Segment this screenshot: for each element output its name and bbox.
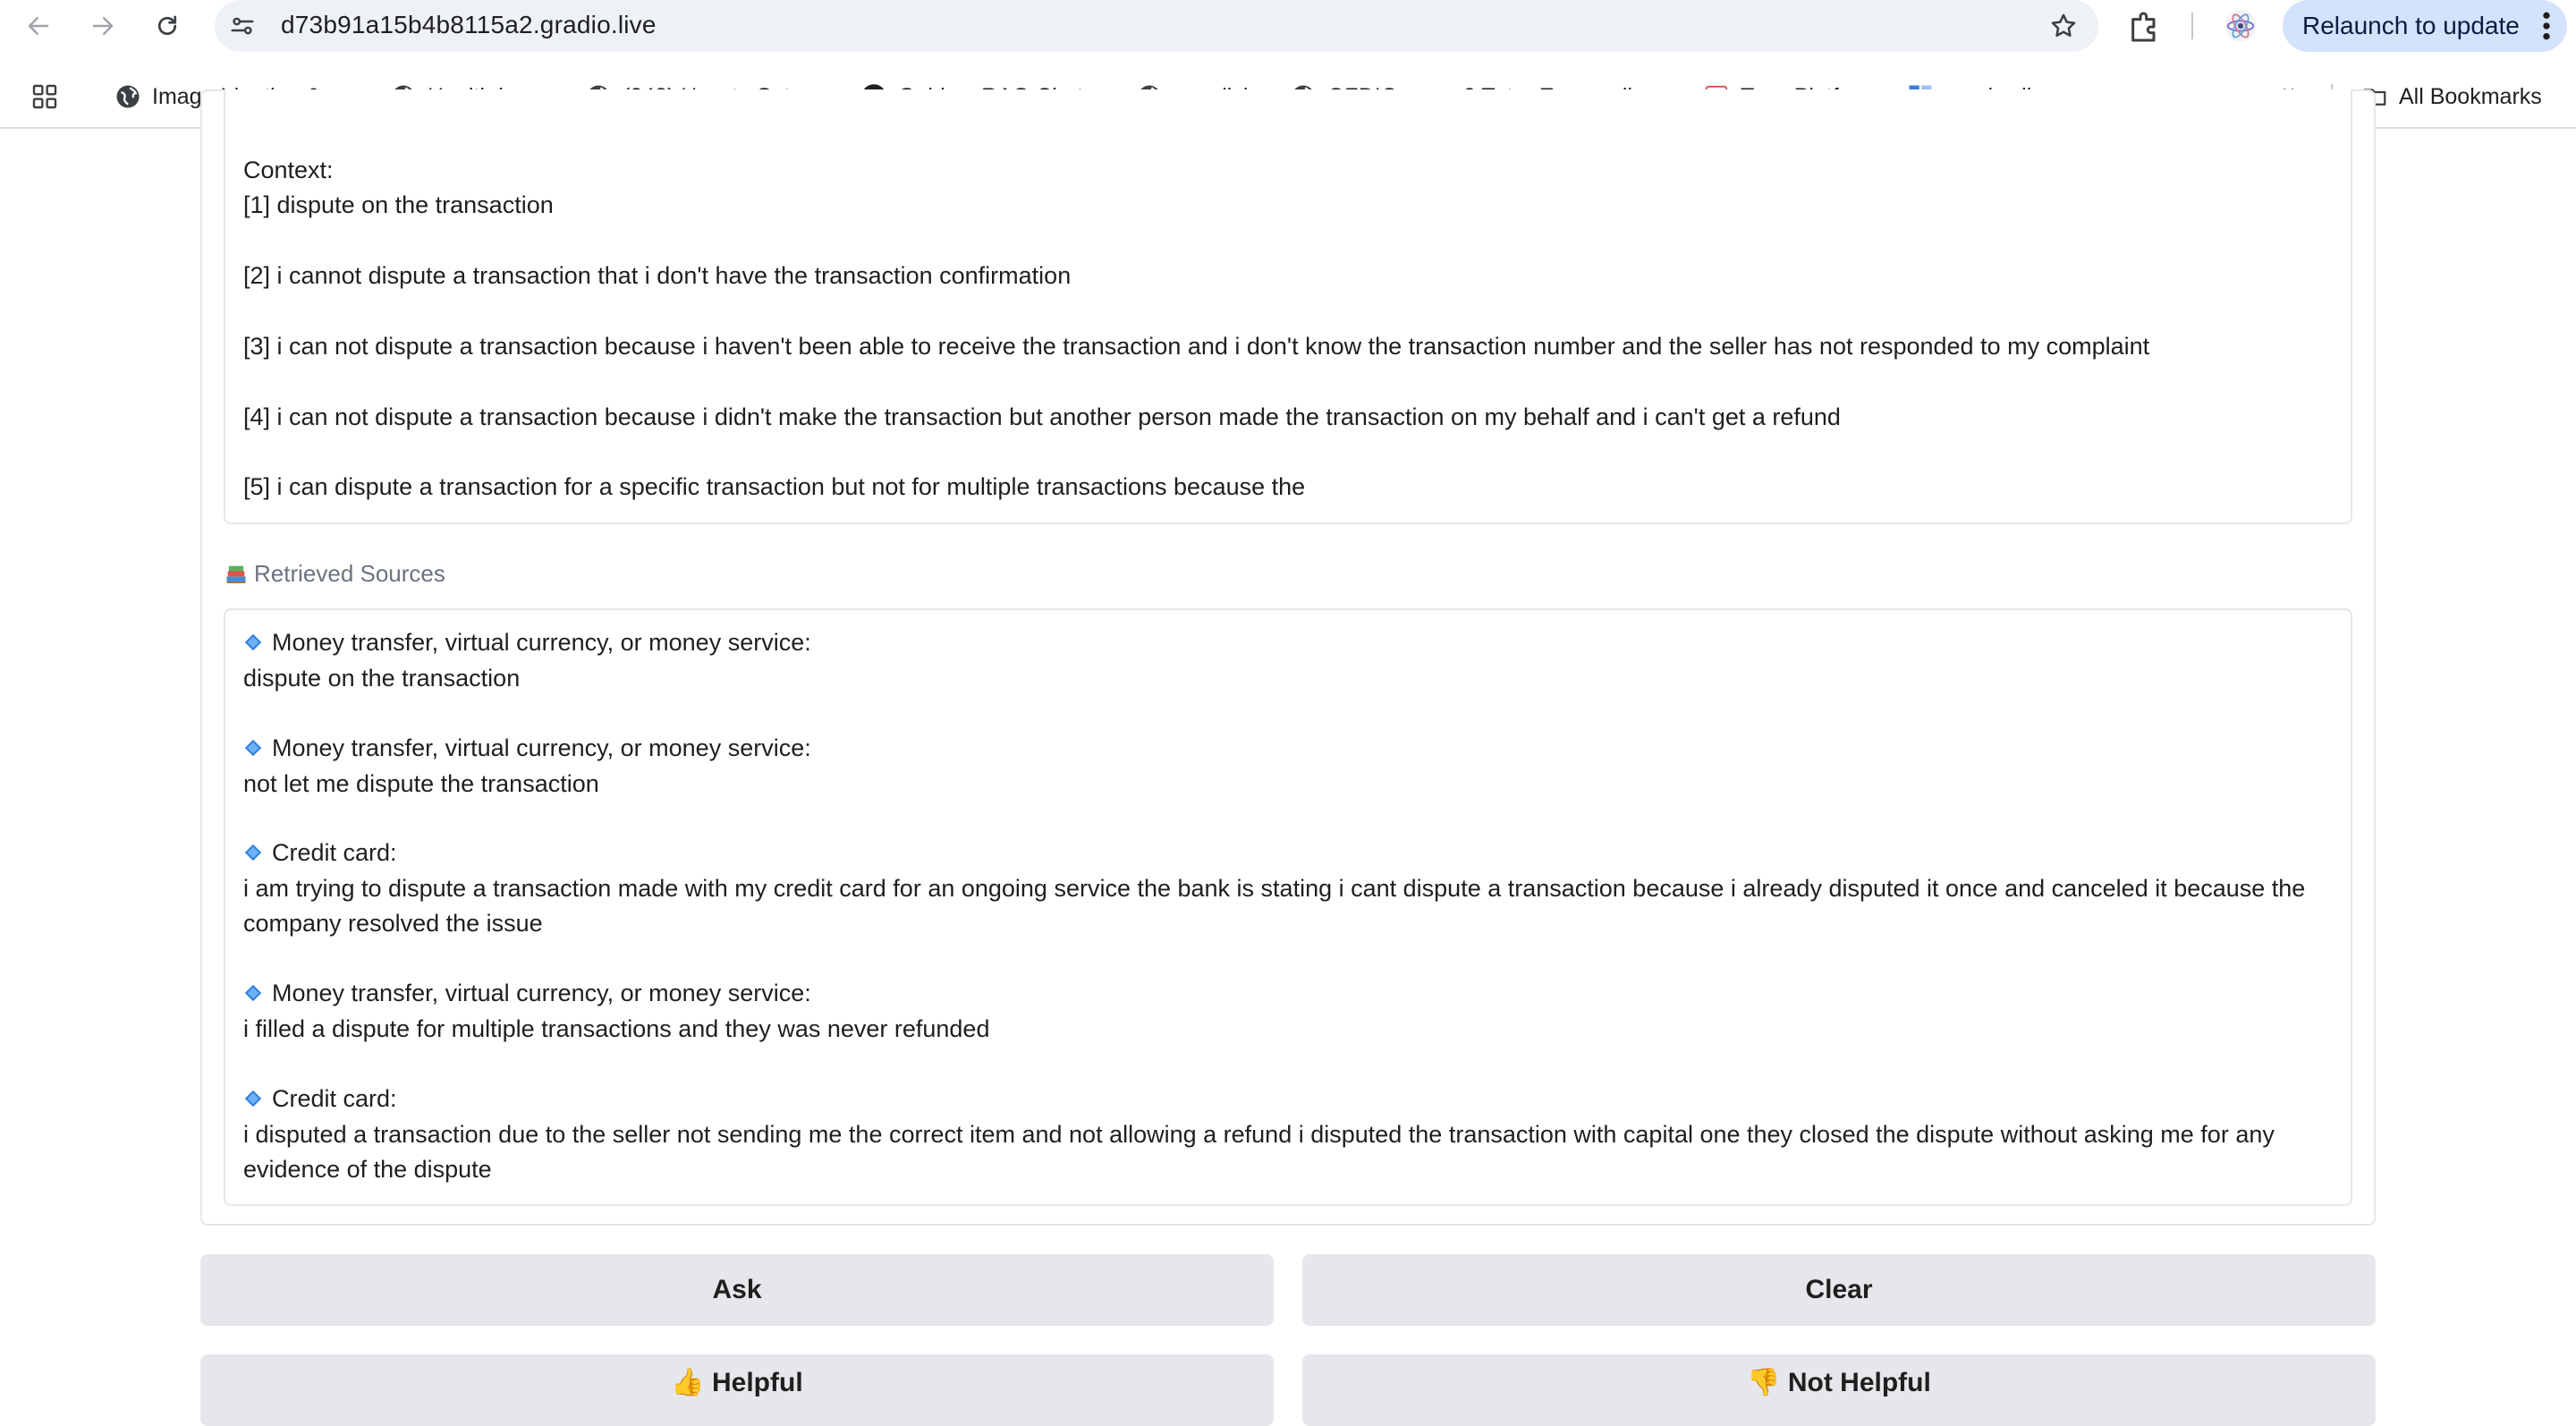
all-bookmarks-label: All Bookmarks (2399, 83, 2542, 109)
more-icon[interactable] (2542, 11, 2551, 41)
answer-output[interactable] (224, 89, 2352, 524)
source-category-label: Credit card: (272, 839, 397, 866)
extensions-icon[interactable] (2123, 9, 2166, 45)
clear-button[interactable]: Clear (1302, 1254, 2376, 1326)
apps-grid-icon[interactable] (30, 82, 59, 111)
source-text: i filled a dispute for multiple transact… (243, 1015, 990, 1042)
forward-button[interactable] (82, 5, 123, 47)
context-line: [2] i cannot dispute a transaction that … (243, 262, 1072, 289)
blue-diamond-icon (244, 844, 262, 862)
context-line: [3] i can not dispute a transaction beca… (243, 333, 2150, 360)
blue-diamond-icon (244, 984, 262, 1002)
source-category: Money transfer, virtual currency, or mon… (243, 730, 811, 766)
all-bookmarks-button[interactable]: All Bookmarks (2361, 79, 2542, 115)
source-text: evidence of the dispute (243, 1156, 492, 1183)
relaunch-button[interactable]: Relaunch to update (2283, 0, 2567, 52)
source-category-label: Credit card: (272, 1085, 397, 1112)
url-text[interactable]: d73b91a15b4b8115a2.gradio.live (281, 11, 657, 39)
star-icon[interactable] (2048, 11, 2079, 41)
browser-toolbar: d73b91a15b4b8115a2.gradio.live Relaunch … (0, 0, 2576, 52)
blue-diamond-icon (244, 633, 262, 651)
ask-button[interactable]: Ask (200, 1254, 1274, 1326)
sources-header: Retrieved Sources (224, 560, 445, 588)
source-category-label: Money transfer, virtual currency, or mon… (272, 629, 811, 656)
source-category: Credit card: (243, 1081, 397, 1116)
source-text: i disputed a transaction due to the sell… (243, 1121, 2275, 1148)
profile-icon[interactable] (2224, 9, 2258, 43)
blue-diamond-icon (244, 739, 262, 757)
context-line: [4] i can not dispute a transaction beca… (243, 403, 1841, 430)
source-category-label: Money transfer, virtual currency, or mon… (272, 734, 811, 761)
source-text: dispute on the transaction (243, 665, 521, 692)
context-line: [5] i can dispute a transaction for a sp… (243, 473, 1306, 500)
context-line: [1] dispute on the transaction (243, 191, 554, 218)
reload-button[interactable] (147, 5, 188, 47)
site-info-icon[interactable] (229, 13, 256, 39)
source-category: Money transfer, virtual currency, or mon… (243, 624, 811, 660)
books-icon (226, 565, 246, 583)
sources-header-label: Retrieved Sources (254, 560, 445, 587)
source-category: Money transfer, virtual currency, or mon… (243, 975, 811, 1011)
reload-icon (157, 15, 177, 36)
back-button[interactable] (18, 5, 59, 47)
source-category-label: Money transfer, virtual currency, or mon… (272, 980, 811, 1006)
source-category: Credit card: (243, 835, 397, 870)
toolbar-separator (2191, 13, 2193, 39)
forward-icon (92, 17, 114, 35)
relaunch-label: Relaunch to update (2302, 12, 2520, 39)
source-text: i am trying to dispute a transaction mad… (243, 875, 2306, 902)
globe-icon (116, 85, 140, 108)
context-label: Context: (243, 157, 334, 183)
source-text: not let me dispute the transaction (243, 770, 599, 797)
address-bar[interactable]: d73b91a15b4b8115a2.gradio.live (215, 0, 2098, 52)
not-helpful-button[interactable]: 👎 Not Helpful (1302, 1354, 2376, 1426)
blue-diamond-icon (244, 1090, 262, 1108)
back-icon (28, 17, 49, 35)
helpful-button[interactable]: 👍 Helpful (200, 1354, 1274, 1426)
source-text: company resolved the issue (243, 910, 543, 937)
